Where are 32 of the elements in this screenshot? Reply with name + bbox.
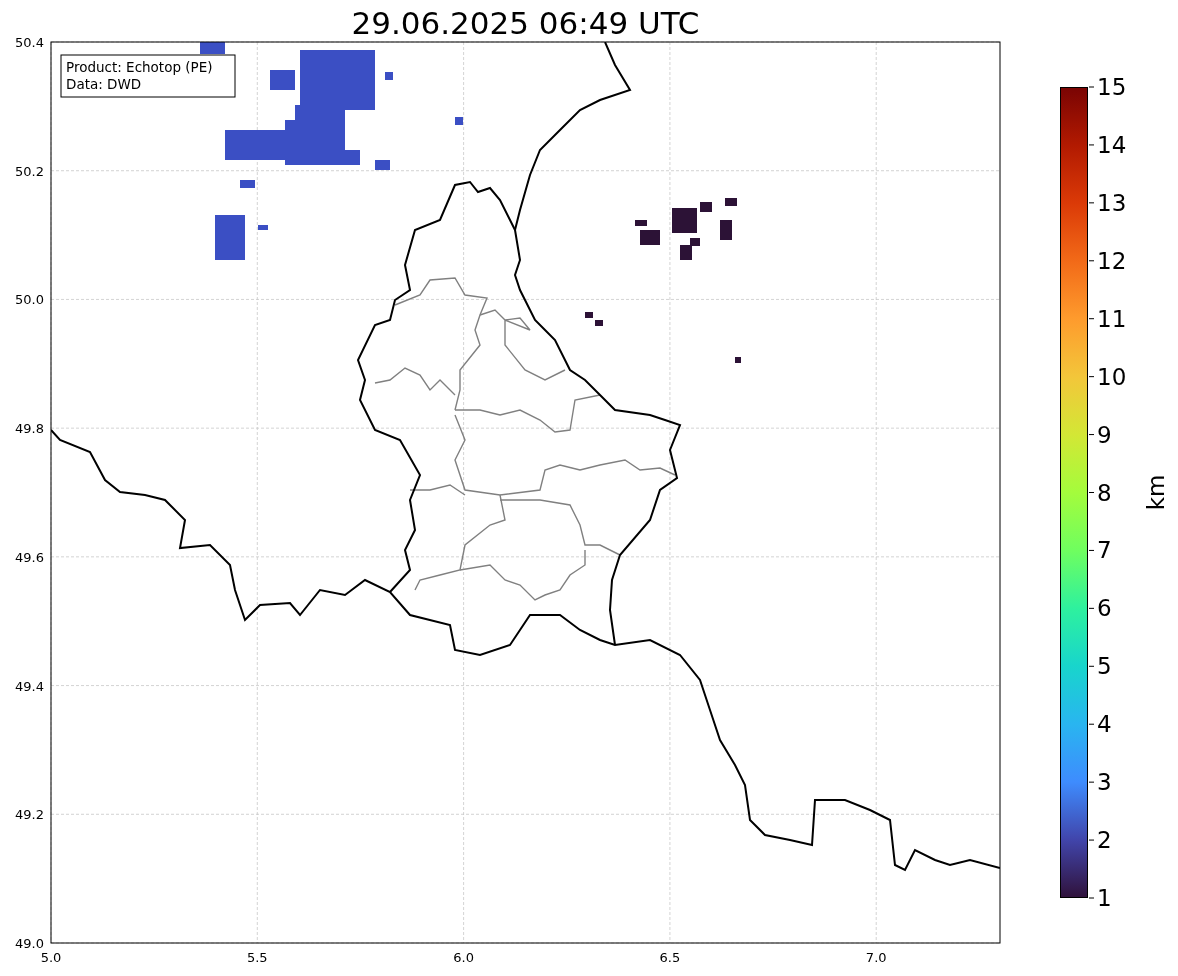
y-tick-label: 49.4 [15, 678, 44, 694]
y-tick-label: 49.0 [15, 936, 44, 951]
y-tick-label: 49.2 [15, 807, 44, 823]
x-tick-label: 7.0 [865, 950, 887, 965]
colorbar-label: km [1143, 474, 1169, 511]
colorbar-tick-label: 9 [1097, 421, 1112, 448]
x-tick-label: 6.0 [453, 950, 474, 965]
colorbar-tick-label: 11 [1097, 305, 1127, 332]
colorbar-tick-label: 10 [1097, 363, 1127, 390]
y-tick-label: 50.2 [15, 163, 44, 179]
colorbar-tick-label: 7 [1097, 537, 1112, 564]
colorbar-tick-label: 8 [1097, 479, 1112, 506]
colorbar-tick-label: 15 [1097, 74, 1127, 100]
colorbar-tick-label: 4 [1097, 711, 1112, 738]
colorbar-tick-label: 1 [1097, 885, 1112, 911]
y-tick-label: 49.6 [15, 549, 44, 565]
colorbar-tick-label: 2 [1097, 827, 1112, 854]
colorbar-tick-label: 14 [1097, 131, 1127, 158]
x-tick-label: 5.5 [246, 950, 268, 965]
x-tick-label: 6.5 [659, 950, 681, 965]
y-tick-label: 49.8 [15, 421, 44, 437]
y-tick-label: 50.0 [15, 292, 44, 308]
colorbar-tick-label: 13 [1097, 189, 1127, 216]
chart-title: 29.06.2025 06:49 UTC [351, 5, 700, 41]
colorbar-tick-label: 6 [1097, 595, 1112, 622]
info-text: Product: Echotop (PE) [66, 59, 213, 75]
info-text: Data: DWD [66, 76, 142, 92]
colorbar-tick-label: 5 [1097, 653, 1112, 680]
y-tick-label: 50.4 [15, 35, 44, 50]
colorbar-tick-label: 3 [1097, 769, 1112, 796]
x-tick-label: 5.0 [40, 950, 62, 965]
colorbar-tick-label: 12 [1097, 247, 1127, 274]
